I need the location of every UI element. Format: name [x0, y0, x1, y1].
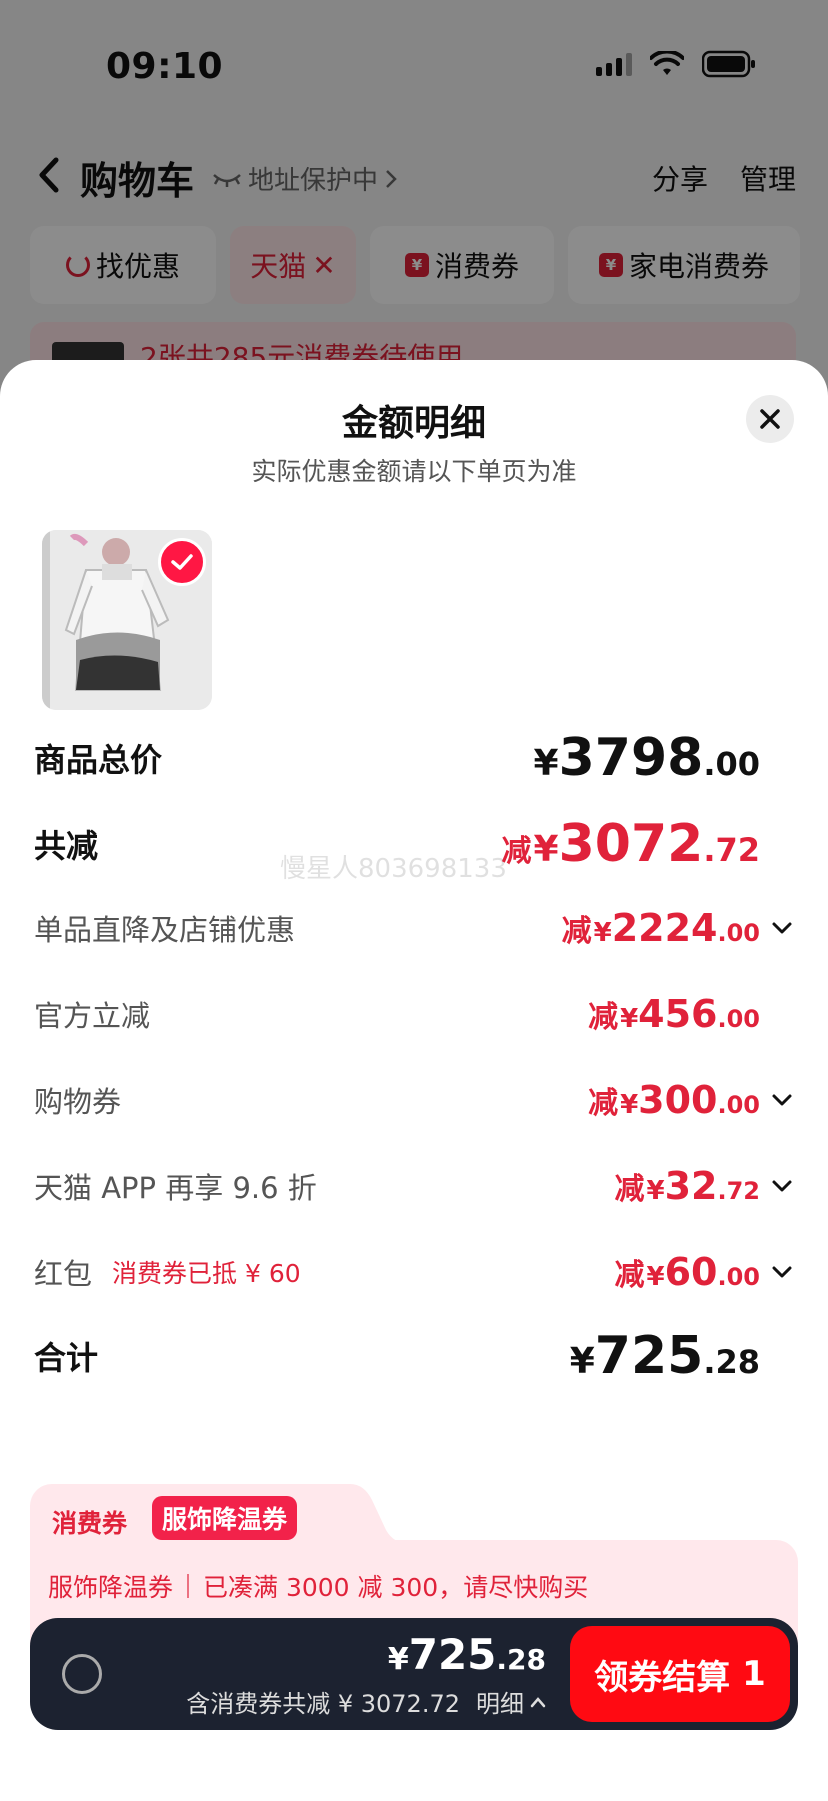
- red-packet-label: 红包: [34, 1257, 93, 1291]
- amount-decimal: .72: [703, 831, 760, 869]
- reduce-prefix: 减: [501, 834, 532, 869]
- reduce-prefix: 减: [561, 914, 592, 949]
- amount-decimal: .00: [717, 919, 760, 947]
- official-discount-label: 官方立减: [34, 999, 151, 1033]
- amount-integer: 2224: [611, 906, 718, 950]
- reduce-prefix: 减: [614, 1258, 645, 1293]
- amount-integer: 725: [594, 1326, 704, 1386]
- amount-integer: 300: [638, 1078, 718, 1122]
- savings-text: 含消费券共减 ¥ 3072.72: [186, 1690, 460, 1718]
- promo-tab-label: 消费券: [52, 1509, 128, 1538]
- app-discount-label: 天猫 APP 再享 9.6 折: [34, 1171, 317, 1205]
- official-discount-amount: 减 ¥ 456 .00: [588, 992, 760, 1036]
- amount-integer: 32: [664, 1164, 718, 1208]
- checkout-button[interactable]: 领券结算 1: [570, 1626, 790, 1722]
- close-icon: [760, 409, 780, 429]
- currency-symbol: ¥: [387, 1642, 409, 1677]
- shopping-voucher-row[interactable]: 购物券 减 ¥ 300 .00: [34, 1070, 794, 1130]
- sheet-subtitle: 实际优惠金额请以下单页为准: [251, 457, 577, 486]
- amount-decimal: .00: [703, 745, 760, 783]
- detail-toggle[interactable]: 明细: [476, 1684, 546, 1719]
- amount-decimal: .28: [703, 1343, 760, 1381]
- promo-line-divider: [187, 1574, 190, 1598]
- amount-integer: 60: [664, 1250, 718, 1294]
- red-packet-row[interactable]: 红包 消费券已抵 ¥ 60 减 ¥ 60 .00: [34, 1242, 794, 1302]
- chevron-down-icon[interactable]: [770, 1174, 794, 1198]
- amount-decimal: .00: [717, 1263, 760, 1291]
- checkout-savings: 含消费券共减 ¥ 3072.72 明细: [186, 1684, 546, 1719]
- sum-label: 合计: [34, 1339, 99, 1377]
- promo-pill: 服饰降温券: [152, 1496, 298, 1540]
- sum-amount: ¥ 725 .28: [570, 1326, 760, 1386]
- chevron-down-icon[interactable]: [770, 1260, 794, 1284]
- app-discount-amount: 减 ¥ 32 .72: [615, 1164, 761, 1208]
- promo-line: 服饰降温券 已凑满 3000 减 300，请尽快购买: [48, 1568, 588, 1604]
- sum-row: 合计 ¥ 725 .28: [34, 1326, 794, 1386]
- currency-symbol: ¥: [569, 1341, 595, 1382]
- currency-symbol: ¥: [646, 1262, 665, 1292]
- reduce-prefix: 减: [614, 1172, 645, 1207]
- checkout-total: ¥ 725 .28: [388, 1630, 546, 1679]
- total-reduction-amount: 减 ¥ 3072 .72: [502, 814, 760, 874]
- currency-symbol: ¥: [620, 1090, 639, 1120]
- promo-line-text: 已凑满 3000 减 300，请尽快购买: [203, 1573, 589, 1602]
- select-all-checkbox[interactable]: [62, 1654, 102, 1694]
- chevron-up-icon: [530, 1696, 546, 1707]
- chevron-down-icon[interactable]: [770, 1088, 794, 1112]
- total-reduction-row: 共减 减 ¥ 3072 .72: [34, 814, 794, 874]
- currency-symbol: ¥: [620, 1004, 639, 1034]
- selected-check-icon[interactable]: [158, 538, 206, 586]
- detail-label: 明细: [476, 1690, 524, 1718]
- amount-decimal: .00: [717, 1005, 760, 1033]
- goods-total-row: 商品总价 ¥ 3798 .00: [34, 728, 794, 788]
- promo-line-name: 服饰降温券: [48, 1573, 174, 1602]
- amount-decimal: .00: [717, 1091, 760, 1119]
- store-discount-amount: 减 ¥ 2224 .00: [562, 906, 760, 950]
- total-reduction-label: 共减: [34, 827, 99, 865]
- shopping-voucher-label: 购物券: [34, 1085, 122, 1119]
- store-discount-label: 单品直降及店铺优惠: [34, 913, 296, 947]
- red-packet-amount: 减 ¥ 60 .00: [615, 1250, 761, 1294]
- checkout-button-label: 领券结算: [594, 1657, 731, 1698]
- amount-detail-sheet: 金额明细 实际优惠金额请以下单页为准 慢星人803698133 商品总价 ¥ 3…: [0, 360, 828, 1801]
- red-packet-note: 消费券已抵 ¥ 60: [112, 1259, 301, 1288]
- amount-decimal: .28: [496, 1643, 546, 1676]
- reduce-prefix: 减: [588, 1086, 619, 1121]
- currency-symbol: ¥: [533, 829, 559, 870]
- checkout-bar: ¥ 725 .28 含消费券共减 ¥ 3072.72 明细 领券结算 1: [30, 1618, 798, 1730]
- shopping-voucher-amount: 减 ¥ 300 .00: [588, 1078, 760, 1122]
- goods-total-amount: ¥ 3798 .00: [534, 728, 760, 788]
- checkout-count: 1: [742, 1654, 766, 1694]
- close-button[interactable]: [746, 395, 794, 443]
- currency-symbol: ¥: [533, 743, 559, 784]
- amount-integer: 725: [408, 1630, 497, 1679]
- official-discount-row: 官方立减 减 ¥ 456 .00: [34, 984, 794, 1044]
- amount-integer: 456: [638, 992, 718, 1036]
- currency-symbol: ¥: [646, 1176, 665, 1206]
- app-discount-row[interactable]: 天猫 APP 再享 9.6 折 减 ¥ 32 .72: [34, 1156, 794, 1216]
- chevron-down-icon[interactable]: [770, 916, 794, 940]
- goods-total-label: 商品总价: [34, 741, 163, 779]
- store-discount-row[interactable]: 单品直降及店铺优惠 减 ¥ 2224 .00: [34, 898, 794, 958]
- amount-integer: 3798: [558, 728, 704, 788]
- currency-symbol: ¥: [593, 918, 612, 948]
- amount-integer: 3072: [558, 814, 704, 874]
- amount-decimal: .72: [717, 1177, 760, 1205]
- reduce-prefix: 减: [588, 1000, 619, 1035]
- sheet-title: 金额明细: [341, 403, 486, 444]
- red-packet-label-group: 红包 消费券已抵 ¥ 60: [34, 1251, 301, 1293]
- promo-tab-slope: [330, 1484, 420, 1554]
